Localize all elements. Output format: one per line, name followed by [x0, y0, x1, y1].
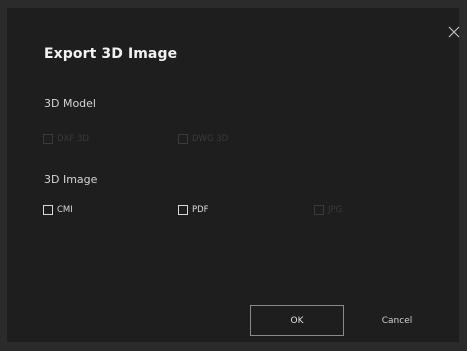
checkbox-pdf[interactable]: PDF [178, 204, 209, 216]
checkbox-box[interactable] [178, 134, 188, 144]
checkbox-label: CMI [57, 205, 73, 215]
checkbox-cmi[interactable]: CMI [43, 204, 73, 216]
checkbox-label: PDF [192, 205, 209, 215]
cancel-button[interactable]: Cancel [350, 305, 444, 336]
checkbox-box[interactable] [178, 205, 188, 215]
export-3d-image-dialog: Export 3D Image 3D Model DXF 3D DWG 3D 3… [7, 8, 461, 342]
section-label-3d-model: 3D Model [44, 97, 96, 110]
checkbox-box[interactable] [43, 205, 53, 215]
dialog-title: Export 3D Image [44, 46, 178, 62]
checkbox-jpg[interactable]: JPG [314, 204, 342, 216]
checkbox-box[interactable] [43, 134, 53, 144]
checkbox-label: JPG [328, 205, 343, 215]
section-label-3d-image: 3D Image [44, 173, 98, 186]
checkbox-label: DWG 3D [192, 134, 229, 144]
close-icon [448, 26, 460, 38]
checkbox-dwg-3d[interactable]: DWG 3D [178, 133, 228, 145]
checkbox-dxf-3d[interactable]: DXF 3D [43, 133, 89, 145]
checkbox-label: DXF 3D [57, 134, 89, 144]
ok-button[interactable]: OK [250, 305, 344, 336]
close-button[interactable] [447, 25, 461, 39]
checkbox-box[interactable] [314, 205, 324, 215]
